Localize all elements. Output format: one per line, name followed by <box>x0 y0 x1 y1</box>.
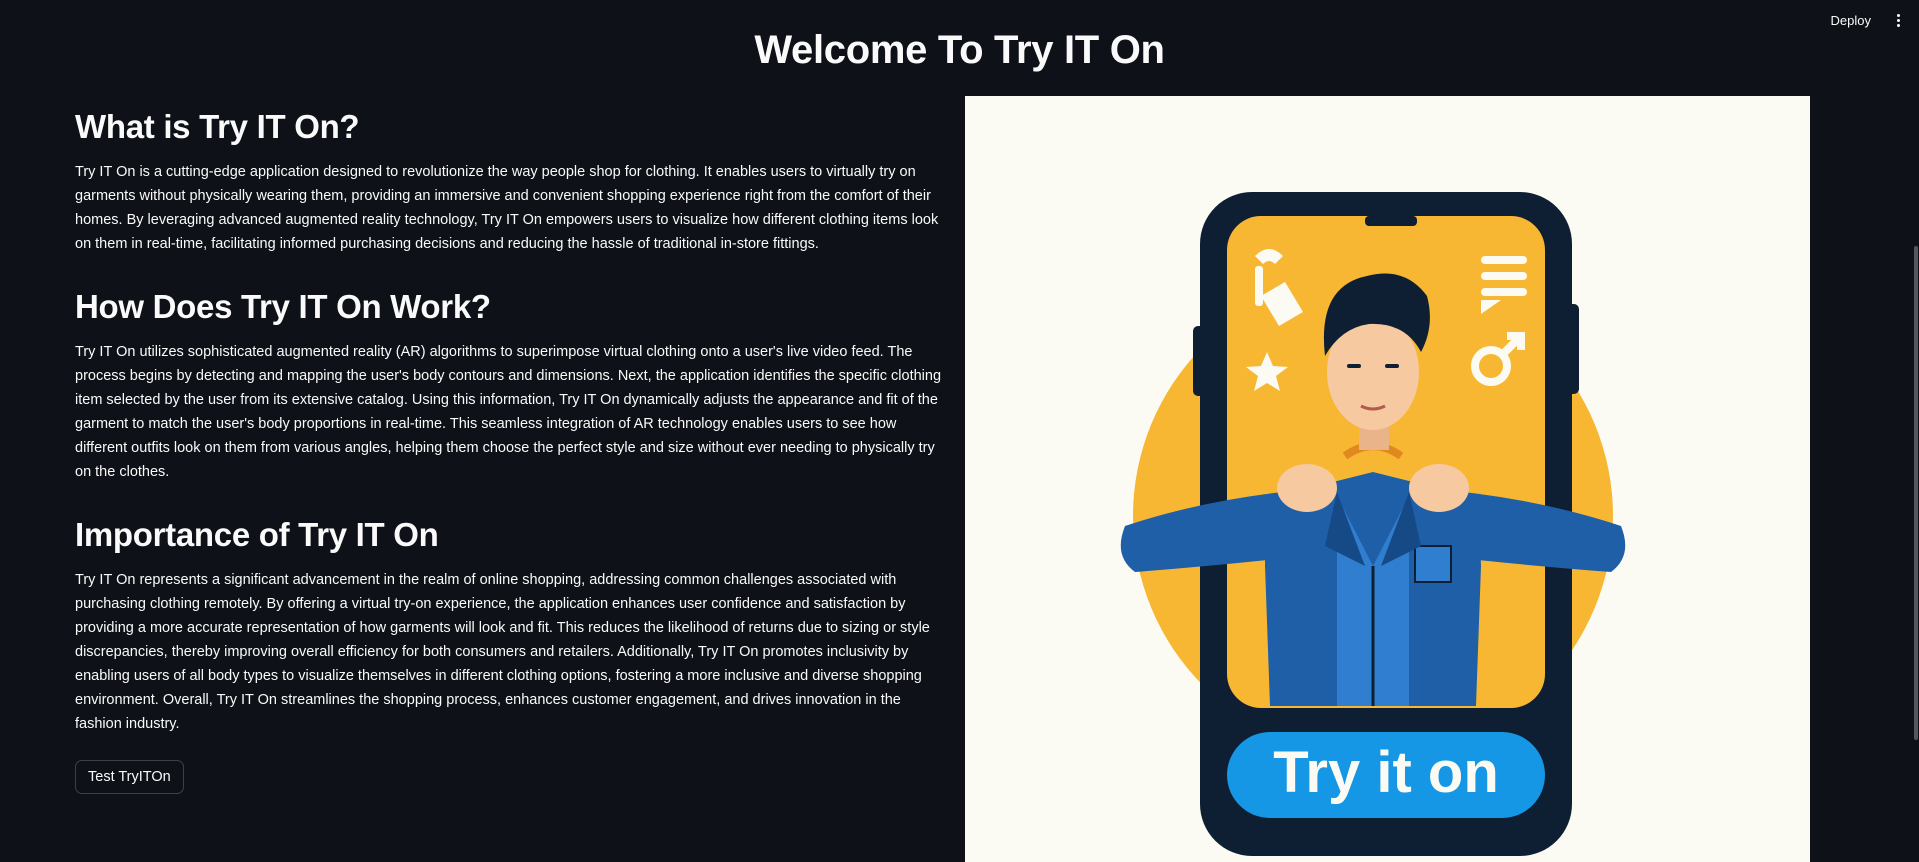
section-how-it-works: How Does Try IT On Work? Try IT On utili… <box>75 288 950 484</box>
kebab-dot <box>1896 23 1900 27</box>
try-it-on-illustration: Try it on <box>965 96 1810 862</box>
section-heading: What is Try IT On? <box>75 108 360 145</box>
phone-side-button <box>1565 304 1579 394</box>
section-body: Try IT On utilizes sophisticated augment… <box>75 344 942 480</box>
kebab-menu-icon[interactable] <box>1891 10 1905 30</box>
scrollbar[interactable] <box>1913 0 1919 862</box>
section-what-is: What is Try IT On? Try IT On is a cuttin… <box>75 108 950 256</box>
content-column: What is Try IT On? Try IT On is a cuttin… <box>75 108 950 794</box>
test-tryiton-button[interactable]: Test TryITOn <box>75 760 184 794</box>
section-heading: Importance of Try IT On <box>75 516 439 553</box>
kebab-dot <box>1896 13 1900 17</box>
section-body: Try IT On represents a significant advan… <box>75 572 930 732</box>
deploy-button[interactable]: Deploy <box>1825 9 1877 32</box>
section-body: Try IT On is a cutting-edge application … <box>75 164 939 252</box>
kebab-dot <box>1896 18 1900 22</box>
app-toolbar: Deploy <box>1825 0 1919 40</box>
section-importance: Importance of Try IT On Try IT On repres… <box>75 516 950 736</box>
app-window: Deploy Welcome To Try IT On What is Try … <box>0 0 1919 862</box>
scrollbar-thumb[interactable] <box>1914 246 1918 740</box>
phone-notch <box>1365 216 1417 226</box>
hero-image: Try it on <box>965 96 1810 862</box>
page-title: Welcome To Try IT On <box>754 28 1165 72</box>
section-heading: How Does Try IT On Work? <box>75 288 491 325</box>
phone-side-button <box>1193 326 1205 396</box>
try-it-on-text: Try it on <box>1273 740 1499 805</box>
